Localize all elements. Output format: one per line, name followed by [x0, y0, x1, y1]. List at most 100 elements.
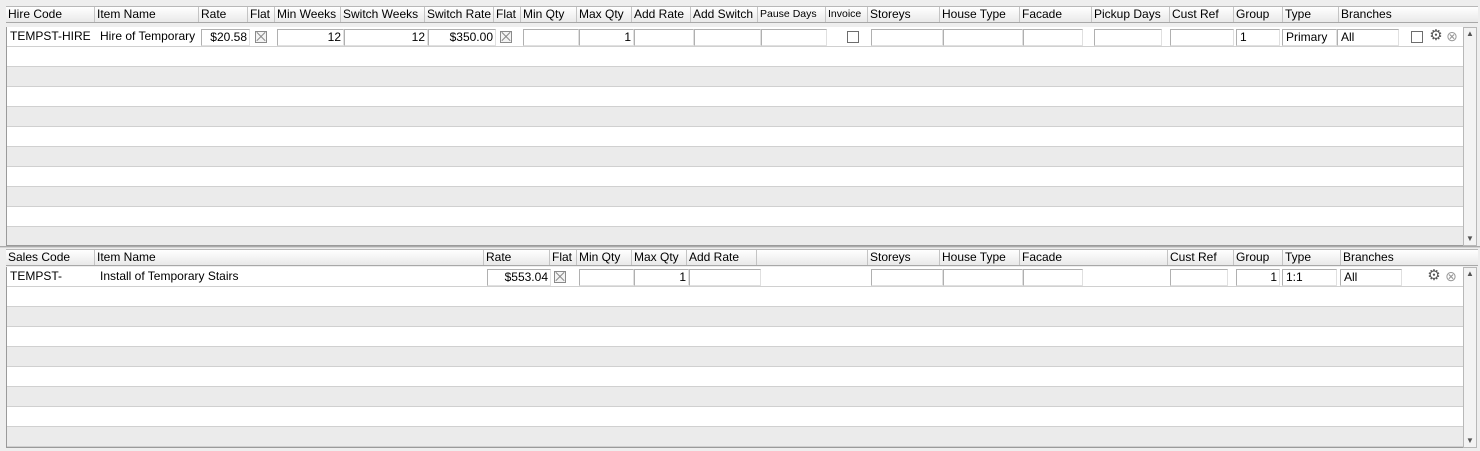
col-header-flat[interactable]: Flat	[549, 250, 576, 265]
add-rate-field[interactable]	[634, 29, 694, 46]
type-field[interactable]: 1:1	[1282, 269, 1337, 286]
table-row	[7, 347, 1463, 367]
min-qty-field[interactable]	[523, 29, 579, 46]
item-name-cell: Install of Temporary Stairs	[100, 269, 239, 283]
sales-code-cell: TEMPST-	[10, 269, 63, 283]
col-header-cust-ref[interactable]: Cust Ref	[1169, 7, 1233, 22]
cust-ref-field[interactable]	[1170, 269, 1228, 286]
col-header-rate[interactable]: Rate	[483, 250, 549, 265]
col-header-branches[interactable]: Branches	[1338, 7, 1478, 22]
table-row	[7, 207, 1463, 227]
min-qty-field[interactable]	[579, 269, 634, 286]
table-row	[7, 87, 1463, 107]
facade-field[interactable]	[1023, 29, 1083, 46]
col-header-type[interactable]: Type	[1282, 7, 1338, 22]
flat-checkbox	[255, 31, 267, 43]
col-header-storeys[interactable]: Storeys	[867, 7, 939, 22]
rate-field[interactable]: $20.58	[201, 29, 250, 46]
close-circle-icon[interactable]: ⊗	[1444, 28, 1460, 44]
col-header-branches[interactable]: Branches	[1340, 250, 1478, 265]
hire-code-cell: TEMPST-HIRE	[10, 29, 91, 43]
max-qty-field[interactable]: 1	[634, 269, 689, 286]
row-select-checkbox[interactable]	[1411, 31, 1423, 43]
col-header-spacer	[756, 250, 867, 265]
table-row	[7, 107, 1463, 127]
sales-table-scrollbar[interactable]: ▲ ▼	[1463, 267, 1477, 448]
col-header-item-name[interactable]: Item Name	[94, 250, 483, 265]
col-header-flat[interactable]: Flat	[247, 7, 274, 22]
hire-table-body: TEMPST-HIRE Hire of Temporary $20.58 12 …	[6, 27, 1463, 246]
switch-weeks-field[interactable]: 12	[344, 29, 428, 46]
branches-field[interactable]: All	[1340, 269, 1402, 286]
col-header-add-rate[interactable]: Add Rate	[686, 250, 756, 265]
col-header-min-weeks[interactable]: Min Weeks	[274, 7, 340, 22]
house-type-field[interactable]	[943, 269, 1023, 286]
min-weeks-field[interactable]: 12	[277, 29, 344, 46]
group-field[interactable]: 1	[1236, 29, 1280, 46]
col-header-facade[interactable]: Facade	[1019, 250, 1167, 265]
col-header-pickup-days[interactable]: Pickup Days	[1091, 7, 1169, 22]
house-type-field[interactable]	[943, 29, 1023, 46]
arrow-up-icon[interactable]: ▲	[1464, 269, 1476, 279]
cust-ref-field[interactable]	[1170, 29, 1234, 46]
col-header-item-name[interactable]: Item Name	[94, 7, 198, 22]
hire-table-scrollbar[interactable]: ▲ ▼	[1463, 27, 1477, 246]
col-header-cust-ref[interactable]: Cust Ref	[1167, 250, 1233, 265]
table-row	[7, 327, 1463, 347]
switch-rate-field[interactable]: $350.00	[428, 29, 496, 46]
table-row	[7, 147, 1463, 167]
invoice-checkbox[interactable]	[847, 31, 859, 43]
arrow-up-icon[interactable]: ▲	[1464, 29, 1476, 39]
hire-table-header: Hire Code Item Name Rate Flat Min Weeks …	[6, 6, 1478, 23]
col-header-min-qty[interactable]: Min Qty	[576, 250, 631, 265]
table-row	[7, 67, 1463, 87]
arrow-down-icon[interactable]: ▼	[1464, 234, 1476, 244]
pickup-days-field[interactable]	[1094, 29, 1162, 46]
add-switch-field[interactable]	[694, 29, 761, 46]
col-header-pause-days[interactable]: Pause Days	[757, 7, 825, 22]
item-name-cell: Hire of Temporary	[100, 29, 196, 43]
table-divider	[0, 246, 1480, 248]
table-row	[7, 167, 1463, 187]
gear-icon[interactable]: ⚙	[1426, 268, 1442, 284]
col-header-invoice[interactable]: Invoice	[825, 7, 867, 22]
table-row[interactable]: TEMPST- Install of Temporary Stairs $553…	[7, 267, 1463, 287]
col-header-max-qty[interactable]: Max Qty	[576, 7, 631, 22]
table-row	[7, 47, 1463, 67]
table-row[interactable]: TEMPST-HIRE Hire of Temporary $20.58 12 …	[7, 27, 1463, 47]
col-header-switch-weeks[interactable]: Switch Weeks	[340, 7, 424, 22]
col-header-group[interactable]: Group	[1233, 250, 1282, 265]
col-header-type[interactable]: Type	[1282, 250, 1340, 265]
col-header-group[interactable]: Group	[1233, 7, 1282, 22]
col-header-storeys[interactable]: Storeys	[867, 250, 939, 265]
pause-days-field[interactable]	[761, 29, 827, 46]
col-header-rate[interactable]: Rate	[198, 7, 247, 22]
col-header-switch-rate[interactable]: Switch Rate	[424, 7, 493, 22]
col-header-add-rate[interactable]: Add Rate	[631, 7, 690, 22]
max-qty-field[interactable]: 1	[579, 29, 634, 46]
col-header-flat-2[interactable]: Flat	[493, 7, 520, 22]
flat-checkbox	[554, 271, 566, 283]
facade-field[interactable]	[1023, 269, 1083, 286]
col-header-sales-code[interactable]: Sales Code	[6, 250, 94, 265]
gear-icon[interactable]: ⚙	[1428, 28, 1444, 44]
group-field[interactable]: 1	[1236, 269, 1280, 286]
table-row	[7, 407, 1463, 427]
col-header-add-switch[interactable]: Add Switch	[690, 7, 757, 22]
table-row	[7, 427, 1463, 447]
col-header-min-qty[interactable]: Min Qty	[520, 7, 576, 22]
storeys-field[interactable]	[871, 29, 943, 46]
col-header-hire-code[interactable]: Hire Code	[6, 7, 94, 22]
col-header-house-type[interactable]: House Type	[939, 7, 1019, 22]
table-row	[7, 227, 1463, 245]
branches-field[interactable]: All	[1337, 29, 1399, 46]
type-field[interactable]: Primary	[1282, 29, 1337, 46]
storeys-field[interactable]	[871, 269, 943, 286]
rate-field[interactable]: $553.04	[487, 269, 551, 286]
col-header-max-qty[interactable]: Max Qty	[631, 250, 686, 265]
col-header-facade[interactable]: Facade	[1019, 7, 1091, 22]
arrow-down-icon[interactable]: ▼	[1464, 436, 1476, 446]
col-header-house-type[interactable]: House Type	[939, 250, 1019, 265]
add-rate-field[interactable]	[689, 269, 761, 286]
close-circle-icon[interactable]: ⊗	[1443, 268, 1459, 284]
